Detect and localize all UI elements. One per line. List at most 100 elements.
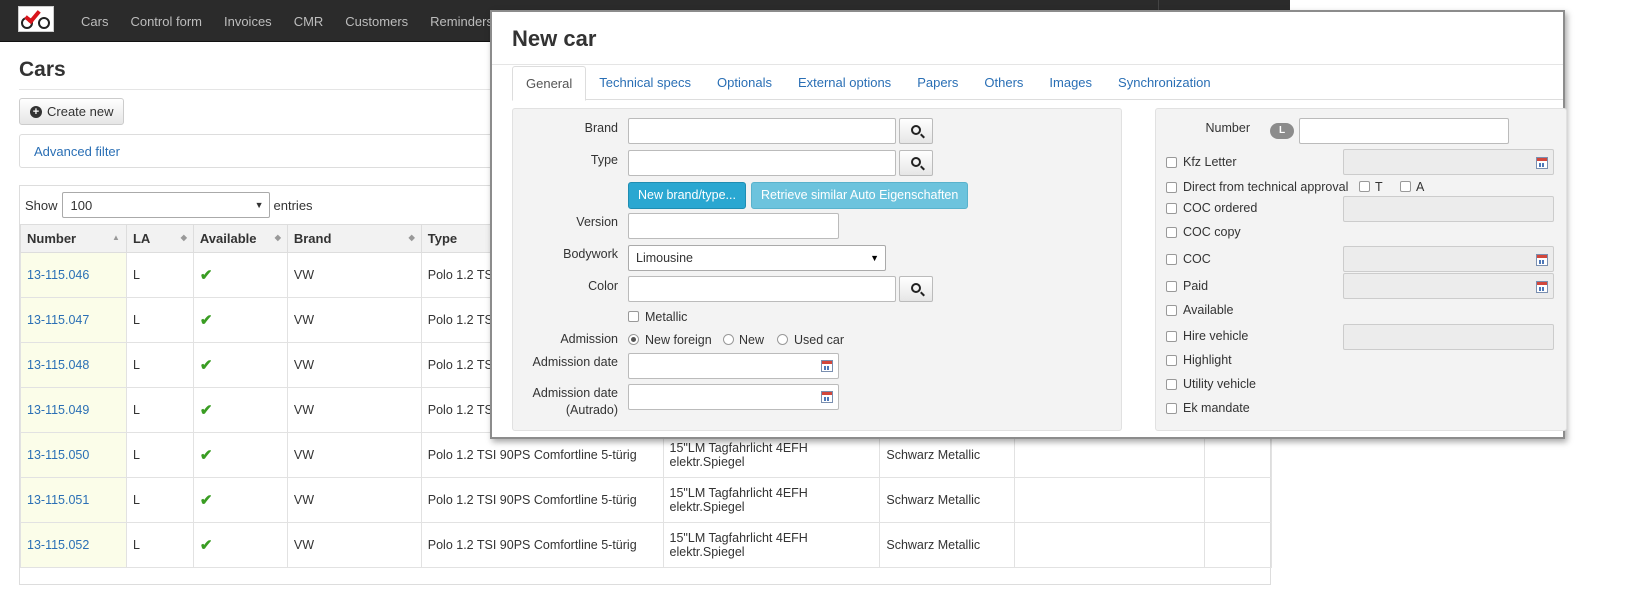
admission-new-foreign-radio[interactable] bbox=[628, 334, 639, 345]
cell-number[interactable]: 13-115.051 bbox=[20, 477, 127, 523]
new-brand-type-button[interactable]: New brand/type... bbox=[628, 182, 746, 209]
tab-technical-specs[interactable]: Technical specs bbox=[586, 66, 704, 100]
cell-options-line: elektr.Spiegel bbox=[669, 500, 745, 514]
table-row[interactable]: 13-115.052 L ✔ VW Polo 1.2 TSI 90PS Comfortl… bbox=[20, 522, 1272, 568]
metallic-checkbox[interactable] bbox=[628, 311, 639, 322]
paid-date-input[interactable] bbox=[1343, 273, 1554, 299]
checkmark-icon: ✔ bbox=[199, 402, 213, 419]
calendar-icon[interactable] bbox=[1536, 281, 1548, 293]
utility-vehicle-checkbox[interactable] bbox=[1166, 379, 1177, 390]
available-checkbox[interactable] bbox=[1166, 305, 1177, 316]
tab-general[interactable]: General bbox=[512, 66, 587, 101]
checkmark-icon: ✔ bbox=[199, 492, 213, 509]
th-number[interactable]: Number ▲ bbox=[20, 224, 127, 253]
color-search-button[interactable] bbox=[899, 276, 933, 302]
cell-number[interactable]: 13-115.049 bbox=[20, 387, 127, 433]
page-length-control: Show 100 ▼ entries bbox=[25, 192, 313, 218]
brand-input[interactable] bbox=[628, 118, 896, 144]
admission-label: Admission bbox=[560, 332, 618, 346]
approval-a-checkbox[interactable] bbox=[1400, 181, 1411, 192]
kfz-letter-checkbox[interactable] bbox=[1166, 157, 1177, 168]
approval-t-checkbox[interactable] bbox=[1359, 181, 1370, 192]
bodywork-select[interactable]: Limousine ▼ bbox=[628, 245, 886, 271]
logo[interactable] bbox=[18, 6, 54, 32]
cell-available: ✔ bbox=[192, 342, 288, 388]
color-input[interactable] bbox=[628, 276, 896, 302]
show-label: Show bbox=[25, 197, 58, 213]
table-row[interactable]: 13-115.050 L ✔ VW Polo 1.2 TSI 90PS Comfortl… bbox=[20, 432, 1272, 478]
tab-optionals[interactable]: Optionals bbox=[704, 66, 785, 100]
hire-vehicle-label: Hire vehicle bbox=[1183, 329, 1249, 343]
cell-number[interactable]: 13-115.047 bbox=[20, 297, 127, 343]
cell-available: ✔ bbox=[192, 477, 288, 523]
direct-approval-checkbox[interactable] bbox=[1166, 182, 1177, 193]
create-new-button[interactable]: + Create new bbox=[19, 98, 125, 125]
sort-icon: ◆ bbox=[274, 233, 281, 242]
coc-copy-checkbox[interactable] bbox=[1166, 227, 1177, 238]
nav-invoices[interactable]: Invoices bbox=[213, 14, 283, 29]
hire-vehicle-checkbox[interactable] bbox=[1166, 331, 1177, 342]
coc-ordered-checkbox[interactable] bbox=[1166, 203, 1177, 214]
kfz-letter-date-input[interactable] bbox=[1343, 149, 1554, 175]
version-input[interactable] bbox=[628, 213, 839, 239]
type-input[interactable] bbox=[628, 150, 896, 176]
cell-available: ✔ bbox=[192, 252, 288, 298]
cell-la: L bbox=[125, 252, 194, 298]
cell-number[interactable]: 13-115.046 bbox=[20, 252, 127, 298]
plus-circle-icon: + bbox=[30, 105, 42, 118]
calendar-icon[interactable] bbox=[821, 360, 833, 372]
tab-images[interactable]: Images bbox=[1036, 66, 1105, 100]
cell-brand: VW bbox=[286, 252, 422, 298]
number-input[interactable] bbox=[1299, 118, 1509, 144]
coc-date-input[interactable] bbox=[1343, 246, 1554, 272]
paid-checkbox[interactable] bbox=[1166, 281, 1177, 292]
coc-ordered-input[interactable] bbox=[1343, 196, 1554, 222]
calendar-icon[interactable] bbox=[821, 391, 833, 403]
calendar-icon[interactable] bbox=[1536, 157, 1548, 169]
page-length-select[interactable]: 100 ▼ bbox=[61, 192, 270, 218]
kfz-letter-label: Kfz Letter bbox=[1183, 155, 1237, 169]
cell-type: Polo 1.2 TSI 90PS Comfortline 5-türig bbox=[420, 477, 664, 523]
brand-search-button[interactable] bbox=[899, 118, 933, 144]
search-icon bbox=[911, 283, 921, 293]
admission-date-autrado-input[interactable] bbox=[628, 384, 839, 410]
highlight-label: Highlight bbox=[1183, 353, 1232, 367]
admission-used-car-radio[interactable] bbox=[777, 334, 788, 345]
cell-number[interactable]: 13-115.050 bbox=[20, 432, 127, 478]
nav-cars[interactable]: Cars bbox=[70, 14, 119, 29]
nav-control-form[interactable]: Control form bbox=[119, 14, 213, 29]
admission-date-autrado-label: Admission date bbox=[532, 386, 618, 400]
number-label: Number bbox=[1205, 121, 1250, 135]
cell-options: 15"LM Tagfahrlicht 4EFH elektr.Spiegel bbox=[662, 477, 881, 523]
table-row[interactable]: 13-115.051 L ✔ VW Polo 1.2 TSI 90PS Comfortl… bbox=[20, 477, 1272, 523]
ek-mandate-checkbox[interactable] bbox=[1166, 403, 1177, 414]
hire-vehicle-input[interactable] bbox=[1343, 324, 1554, 350]
tab-synchronization[interactable]: Synchronization bbox=[1105, 66, 1224, 100]
admission-new-radio[interactable] bbox=[723, 334, 734, 345]
cell-available: ✔ bbox=[192, 432, 288, 478]
nav-cmr[interactable]: CMR bbox=[283, 14, 335, 29]
page-length-value: 100 bbox=[70, 198, 93, 213]
th-la[interactable]: LA ◆ bbox=[125, 224, 194, 253]
cell-la: L bbox=[125, 522, 194, 568]
admission-date-input[interactable] bbox=[628, 353, 839, 379]
cell-number[interactable]: 13-115.052 bbox=[20, 522, 127, 568]
retrieve-similar-button[interactable]: Retrieve similar Auto Eigenschaften bbox=[751, 182, 969, 209]
entries-label: entries bbox=[273, 197, 313, 213]
th-brand[interactable]: Brand ◆ bbox=[286, 224, 422, 253]
la-badge: L bbox=[1270, 123, 1294, 139]
th-available[interactable]: Available ◆ bbox=[192, 224, 288, 253]
highlight-checkbox[interactable] bbox=[1166, 355, 1177, 366]
type-search-button[interactable] bbox=[899, 150, 933, 176]
cell-number[interactable]: 13-115.048 bbox=[20, 342, 127, 388]
tab-external-options[interactable]: External options bbox=[785, 66, 904, 100]
advanced-filter-link[interactable]: Advanced filter bbox=[34, 144, 120, 159]
cell-extra-1 bbox=[1014, 522, 1206, 568]
tab-papers[interactable]: Papers bbox=[904, 66, 971, 100]
cell-extra-2 bbox=[1204, 522, 1272, 568]
tab-others[interactable]: Others bbox=[971, 66, 1036, 100]
coc-checkbox[interactable] bbox=[1166, 254, 1177, 265]
nav-customers[interactable]: Customers bbox=[334, 14, 419, 29]
calendar-icon[interactable] bbox=[1536, 254, 1548, 266]
modal-title: New car bbox=[512, 26, 597, 51]
